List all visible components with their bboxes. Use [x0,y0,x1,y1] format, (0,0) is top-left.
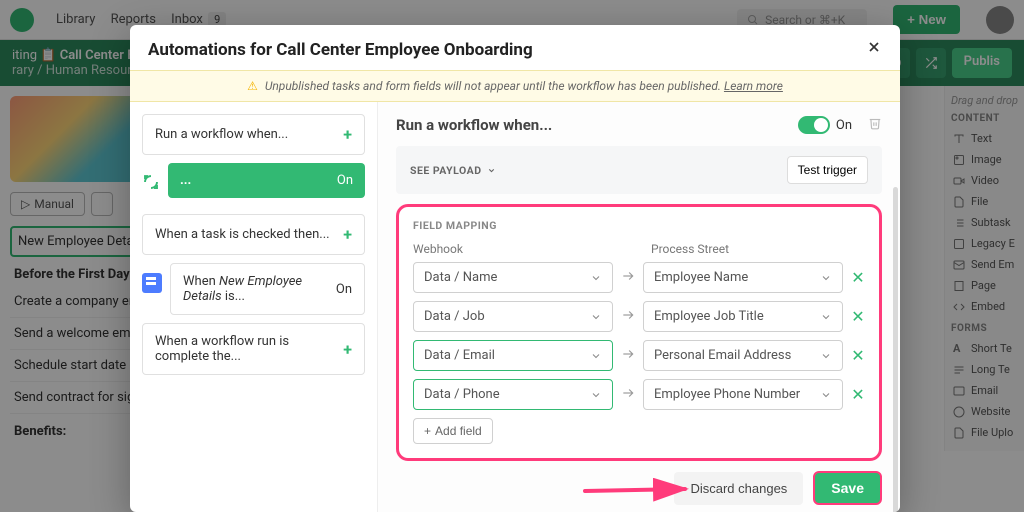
chevron-down-icon [820,311,832,323]
plus-icon: + [343,340,352,359]
sidebar-emp-details[interactable]: When New Employee Details is... On [170,263,365,315]
remove-mapping-button[interactable]: ✕ [851,346,865,365]
modal-header: Automations for Call Center Employee Onb… [130,25,900,70]
mapping-row: Data / Phone Employee Phone Number ✕ [413,379,865,410]
arrow-right-icon [621,269,635,287]
sidebar-active-automation[interactable]: ... On [168,163,365,198]
scrollbar[interactable] [893,187,898,512]
webhook-field-select[interactable]: Data / Name [413,262,613,293]
sidebar-run-complete[interactable]: When a workflow run is complete the... + [142,323,365,375]
automations-modal: Automations for Call Center Employee Onb… [130,25,900,512]
sidebar-task-checked[interactable]: When a task is checked then... + [142,214,365,255]
remove-mapping-button[interactable]: ✕ [851,307,865,326]
webhook-field-select[interactable]: Data / Job [413,301,613,332]
save-button[interactable]: Save [813,471,882,505]
arrow-right-icon [621,386,635,404]
plus-icon: + [343,125,352,144]
plus-icon: + [424,424,431,438]
chevron-down-icon [590,389,602,401]
field-mapping-label: FIELD MAPPING [413,219,865,232]
trash-icon [868,116,882,130]
webhook-field-select[interactable]: Data / Phone [413,379,613,410]
close-icon [866,39,882,55]
sidebar-run-workflow[interactable]: Run a workflow when... + [142,114,365,155]
webhook-icon [142,173,160,191]
mapping-row: Data / Job Employee Job Title ✕ [413,301,865,332]
chevron-down-icon [590,311,602,323]
discard-changes-button[interactable]: Discard changes [674,472,803,505]
ps-field-select[interactable]: Employee Name [643,262,843,293]
automation-toggle[interactable] [798,116,830,134]
warning-icon: ⚠ [247,79,258,93]
chevron-down-icon [820,272,832,284]
col-header-ps: Process Street [651,242,827,256]
delete-automation-button[interactable] [868,116,882,134]
chevron-down-icon [590,350,602,362]
mapping-row: Data / Name Employee Name ✕ [413,262,865,293]
col-header-webhook: Webhook [413,242,589,256]
automation-sidebar: Run a workflow when... + ... On When a t… [130,102,378,512]
ps-field-select[interactable]: Employee Job Title [643,301,843,332]
mapping-row: Data / Email Personal Email Address ✕ [413,340,865,371]
toggle-label: On [836,118,852,133]
add-field-button[interactable]: + Add field [413,418,493,444]
remove-mapping-button[interactable]: ✕ [851,268,865,287]
test-trigger-button[interactable]: Test trigger [787,156,868,184]
chevron-down-icon [820,389,832,401]
payload-section: SEE PAYLOAD Test trigger [396,146,882,194]
chevron-down-icon [820,350,832,362]
ps-field-select[interactable]: Employee Phone Number [643,379,843,410]
webhook-field-select[interactable]: Data / Email [413,340,613,371]
learn-more-link[interactable]: Learn more [724,79,783,93]
chevron-down-icon [487,166,496,175]
automation-detail-pane: Run a workflow when... On SEE PAYLOAD Te… [378,102,900,512]
chevron-down-icon [590,272,602,284]
ps-field-select[interactable]: Personal Email Address [643,340,843,371]
field-mapping-highlight: FIELD MAPPING Webhook Process Street Dat… [396,204,882,461]
modal-title: Automations for Call Center Employee Onb… [148,40,533,60]
process-street-icon [142,273,162,293]
arrow-right-icon [621,308,635,326]
automation-title: Run a workflow when... [396,116,552,134]
see-payload-toggle[interactable]: SEE PAYLOAD [410,164,496,177]
unpublished-warning: ⚠ Unpublished tasks and form fields will… [130,70,900,102]
plus-icon: + [343,225,352,244]
remove-mapping-button[interactable]: ✕ [851,385,865,404]
modal-close-button[interactable] [866,39,882,60]
arrow-right-icon [621,347,635,365]
